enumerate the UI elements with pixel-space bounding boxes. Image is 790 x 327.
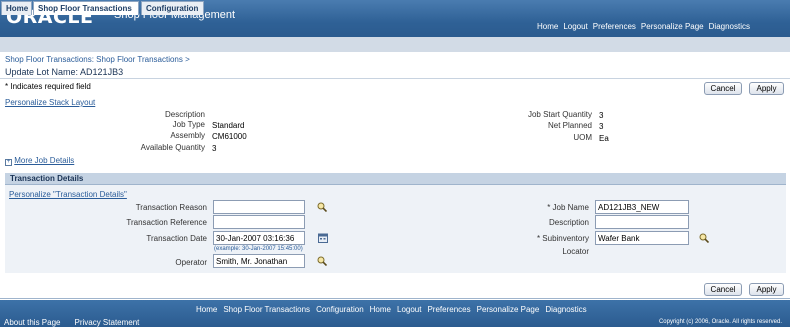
net-planned-label: Net Planned	[547, 121, 592, 130]
cancel-button-top[interactable]: Cancel	[704, 82, 742, 95]
global-link-diagnostics[interactable]: Diagnostics	[709, 22, 750, 31]
available-quantity-value: 3	[212, 144, 217, 153]
required-note: * Indicates required field	[5, 82, 91, 91]
transaction-date-label: Transaction Date	[146, 234, 207, 243]
global-link-personalize-page[interactable]: Personalize Page	[641, 22, 704, 31]
transaction-reason-input[interactable]	[213, 200, 305, 214]
page-title: Update Lot Name: AD121JB3	[5, 67, 124, 77]
footer-link-preferences[interactable]: Preferences	[427, 305, 470, 314]
tab-configuration[interactable]: Configuration	[141, 1, 204, 15]
description-field-label: Description	[548, 218, 589, 227]
footer-link-logout[interactable]: Logout	[397, 305, 421, 314]
subinventory-label: * Subinventory	[536, 234, 589, 243]
footer-link-home[interactable]: Home	[196, 305, 217, 314]
tab-shop-floor-transactions[interactable]: Shop Floor Transactions	[33, 1, 139, 15]
global-link-home[interactable]: Home	[537, 22, 558, 31]
job-name-input[interactable]	[595, 200, 689, 214]
net-planned-value: 3	[599, 122, 604, 131]
operator-label: Operator	[175, 258, 207, 267]
breadcrumb[interactable]: Shop Floor Transactions: Shop Floor Tran…	[5, 55, 190, 64]
job-type-value: Standard	[212, 121, 245, 130]
assembly-label: Assembly	[170, 131, 205, 140]
footer-divider	[0, 298, 790, 299]
personalize-transaction-details-link[interactable]: Personalize "Transaction Details"	[9, 190, 127, 199]
assembly-value: CM61000	[212, 132, 247, 141]
available-quantity-label: Available Quantity	[140, 143, 205, 152]
global-link-logout[interactable]: Logout	[563, 22, 587, 31]
search-icon[interactable]	[699, 233, 709, 243]
footer-link-shop-floor-transactions[interactable]: Shop Floor Transactions	[223, 305, 310, 314]
transaction-reference-label: Transaction Reference	[126, 218, 207, 227]
more-job-details-toggle[interactable]: + More Job Details	[5, 156, 74, 166]
footer-links: Home Shop Floor Transactions Configurati…	[196, 305, 587, 314]
search-icon[interactable]	[317, 256, 327, 266]
operator-input[interactable]	[213, 254, 305, 268]
job-start-quantity-label: Job Start Quantity	[527, 110, 592, 119]
more-job-details-link[interactable]: More Job Details	[14, 156, 74, 165]
global-links: Home Logout Preferences Personalize Page…	[537, 22, 750, 31]
footer-link-personalize-page[interactable]: Personalize Page	[477, 305, 540, 314]
expand-icon: +	[5, 159, 12, 166]
search-icon[interactable]	[317, 202, 327, 212]
locator-label: Locator	[562, 247, 589, 256]
footer-link-configuration[interactable]: Configuration	[316, 305, 364, 314]
global-link-preferences[interactable]: Preferences	[593, 22, 636, 31]
transaction-details-header: Transaction Details	[5, 173, 786, 185]
description-label: Description	[164, 110, 205, 119]
copyright-text: Copyright (c) 2006, Oracle. All rights r…	[658, 319, 782, 325]
footer-left-links: About this Page Privacy Statement	[4, 318, 139, 327]
job-start-quantity-value: 3	[599, 111, 604, 120]
tab-bar	[0, 37, 790, 52]
footer-link-home-2[interactable]: Home	[370, 305, 391, 314]
date-example-hint: (example: 30-Jan-2007 15:45:00)	[214, 246, 303, 252]
uom-value: Ea	[599, 134, 609, 143]
tab-home[interactable]: Home	[1, 1, 32, 15]
calendar-icon[interactable]	[318, 233, 328, 243]
privacy-statement-link[interactable]: Privacy Statement	[74, 318, 139, 327]
description-input[interactable]	[595, 215, 689, 229]
uom-label: UOM	[573, 133, 592, 142]
title-divider	[0, 78, 790, 79]
job-type-label: Job Type	[172, 120, 205, 129]
apply-button-top[interactable]: Apply	[749, 82, 784, 95]
footer-link-diagnostics[interactable]: Diagnostics	[545, 305, 586, 314]
job-name-label: * Job Name	[547, 203, 589, 212]
apply-button-bottom[interactable]: Apply	[749, 283, 784, 296]
transaction-reference-input[interactable]	[213, 215, 305, 229]
about-this-page-link[interactable]: About this Page	[4, 318, 60, 327]
cancel-button-bottom[interactable]: Cancel	[704, 283, 742, 296]
personalize-stack-layout-link[interactable]: Personalize Stack Layout	[5, 98, 95, 107]
subinventory-input[interactable]	[595, 231, 689, 245]
transaction-reason-label: Transaction Reason	[135, 203, 207, 212]
transaction-date-input[interactable]	[213, 231, 305, 245]
